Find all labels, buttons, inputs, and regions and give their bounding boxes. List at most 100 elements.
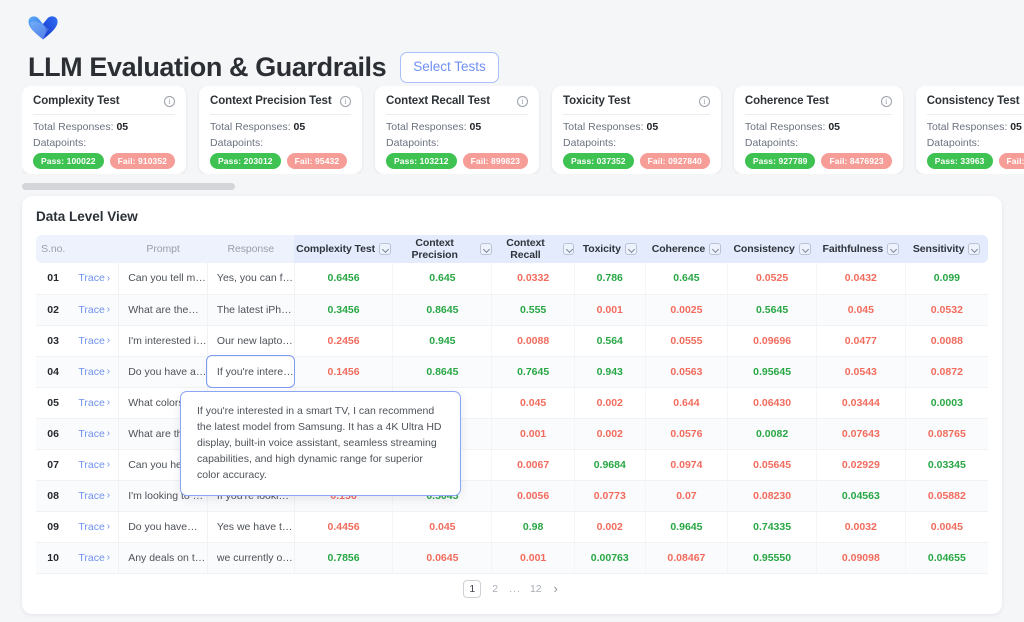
next-page-icon[interactable]: › — [551, 582, 561, 595]
table-row[interactable]: 07Trace›Can you help me…The new iPad is…… — [36, 449, 988, 481]
chevron-down-icon[interactable] — [378, 243, 391, 255]
trace-link[interactable]: Trace › — [78, 428, 110, 440]
page-last[interactable]: 12 — [530, 583, 542, 595]
trace-cell[interactable]: Trace › — [70, 480, 119, 512]
column-header-metric-4[interactable]: Coherence — [645, 235, 728, 263]
metric-cell: 0.0543 — [815, 356, 906, 388]
trace-link[interactable]: Trace › — [78, 366, 110, 378]
table-row[interactable]: 06 Trace › What are the… 0.001 0.002 0.0576 0.0… — [36, 418, 988, 450]
column-header-metric-7[interactable]: Sensitivity — [905, 235, 988, 263]
prompt-cell[interactable]: What are the… — [118, 294, 208, 326]
column-label: Toxicity — [582, 243, 621, 255]
chevron-down-icon[interactable] — [563, 243, 575, 255]
cards-scrollbar-track[interactable] — [22, 183, 1024, 190]
prompt-cell[interactable]: Do you have… — [118, 511, 208, 543]
page-current[interactable]: 1 — [463, 579, 482, 598]
trace-link[interactable]: Trace › — [78, 490, 110, 502]
metric-cell: 0.03444 — [815, 387, 906, 419]
test-card[interactable]: Consistency Testi Total Responses: 05 Data… — [915, 86, 1024, 174]
fail-badge: Fail: 95432 — [286, 153, 348, 169]
chevron-right-icon: › — [106, 552, 111, 563]
card-header: Toxicity Test i — [563, 95, 710, 107]
metric-value: 0.0432 — [844, 272, 877, 285]
chevron-down-icon[interactable] — [968, 243, 981, 255]
column-header-metric-2[interactable]: Context Recall — [491, 235, 575, 263]
trace-cell[interactable]: Trace › — [70, 263, 119, 295]
table-head: S.no. Prompt Response Complexity Test Contex… — [36, 235, 988, 263]
info-icon[interactable]: i — [164, 95, 176, 107]
response-cell[interactable]: Yes, you can find… — [206, 263, 295, 295]
metric-value: 0.03444 — [841, 396, 880, 409]
column-header-metric-1[interactable]: Context Precision — [392, 235, 492, 263]
trace-link[interactable]: Trace › — [78, 459, 110, 471]
trace-link[interactable]: Trace › — [78, 335, 110, 347]
test-card[interactable]: Context Recall Test i Total Responses: 05 D… — [375, 86, 540, 174]
trace-cell[interactable]: Trace › — [70, 325, 119, 357]
chevron-down-icon[interactable] — [480, 243, 492, 255]
card-divider — [386, 114, 529, 115]
prompt-cell[interactable]: I'm interested in… — [118, 325, 208, 357]
chevron-right-icon: › — [106, 304, 111, 315]
table-body: 01 Trace › Can you tell me… Yes, you can fin… — [36, 263, 988, 574]
chevron-down-icon[interactable] — [709, 243, 722, 255]
info-icon[interactable]: i — [340, 95, 352, 107]
trace-cell[interactable]: Trace › — [70, 294, 119, 326]
chevron-down-icon[interactable] — [798, 243, 811, 255]
metric-cell: 0.001 — [491, 418, 575, 450]
trace-cell[interactable]: Trace › — [70, 542, 119, 574]
column-label: Sensitivity — [912, 243, 965, 255]
trace-link[interactable]: Trace › — [78, 552, 110, 564]
trace-cell[interactable]: Trace › — [70, 387, 119, 419]
fail-badge: Fail: 899823 — [462, 153, 529, 169]
metric-cell: 0.0025 — [644, 294, 728, 326]
table-row[interactable]: 05 Trace › What colors are… 0.045 0.002 0.644 0… — [36, 387, 988, 419]
trace-link[interactable]: Trace › — [78, 272, 110, 284]
info-icon[interactable]: i — [698, 95, 710, 107]
trace-cell[interactable]: Trace › — [70, 449, 119, 481]
prompt-cell[interactable]: Can you tell me… — [118, 263, 208, 295]
table-row[interactable]: 03 Trace › I'm interested in… Our new laptop… — [36, 325, 988, 357]
metric-value: 0.001 — [520, 427, 547, 440]
column-header-metric-6[interactable]: Faithfulness — [816, 235, 906, 263]
prompt-cell[interactable]: Do you have any… — [118, 356, 208, 388]
table-row[interactable]: 08Trace›I'm looking to bu…If you're look… — [36, 480, 988, 512]
table-row[interactable]: 10 Trace› Any deals on tab…we currently of… — [36, 542, 988, 574]
table-row[interactable]: 02 Trace› What are the…The latest iPhone… 0… — [36, 294, 988, 326]
response-cell[interactable]: If you're interes… — [206, 355, 296, 388]
chevron-down-icon[interactable] — [624, 243, 637, 255]
metric-cell: 0.0332 — [491, 263, 575, 295]
pass-badge: Pass: 100022 — [33, 153, 104, 169]
metric-cell: 0.07643 — [815, 418, 906, 450]
title-row: LLM Evaluation & Guardrails Select Tests — [28, 52, 499, 83]
table-row[interactable]: 09 Trace› Do you have…Yes we have the… 0.44… — [36, 511, 988, 543]
cards-scrollbar-thumb[interactable] — [22, 183, 235, 190]
trace-cell[interactable]: Trace › — [70, 356, 119, 388]
test-card[interactable]: Toxicity Test i Total Responses: 05 Datapoi… — [552, 86, 721, 174]
column-header-metric-0[interactable]: Complexity Test — [294, 235, 393, 263]
trace-link[interactable]: Trace › — [78, 304, 110, 316]
metric-value: 0.0332 — [517, 272, 550, 285]
test-card[interactable]: Coherence Test i Total Responses: 05 Datapo… — [733, 86, 903, 174]
trace-link[interactable]: Trace › — [78, 521, 110, 533]
table-row[interactable]: 01 Trace › Can you tell me… Yes, you can fin… — [36, 263, 988, 295]
select-tests-button[interactable]: Select Tests — [400, 52, 499, 83]
prompt-cell[interactable]: Any deals on tab… — [118, 542, 208, 574]
trace-cell[interactable]: Trace › — [70, 511, 119, 543]
response-cell[interactable]: The latest iPhone… — [206, 294, 295, 326]
column-header-trace — [70, 235, 118, 263]
chevron-down-icon[interactable] — [887, 243, 900, 255]
response-cell[interactable]: we currently off… — [206, 542, 295, 574]
test-card[interactable]: Context Precision Test i Total Responses: … — [199, 86, 363, 174]
info-icon[interactable]: i — [517, 95, 529, 107]
response-cell[interactable]: Yes we have the… — [206, 511, 295, 543]
trace-link[interactable]: Trace › — [78, 397, 110, 409]
column-header-metric-5[interactable]: Consistency — [727, 235, 817, 263]
info-icon[interactable]: i — [880, 95, 892, 107]
table-row[interactable]: 04 Trace› Do you have any…If you're intere… — [36, 355, 988, 388]
page-2[interactable]: 2 — [490, 583, 500, 595]
test-card[interactable]: Complexity Test i Total Responses: 05 Datap… — [22, 86, 187, 174]
response-cell[interactable]: Our new laptop… — [206, 325, 295, 357]
column-header-metric-3[interactable]: Toxicity — [574, 235, 646, 263]
trace-cell[interactable]: Trace › — [70, 418, 119, 450]
card-divider — [210, 114, 352, 115]
